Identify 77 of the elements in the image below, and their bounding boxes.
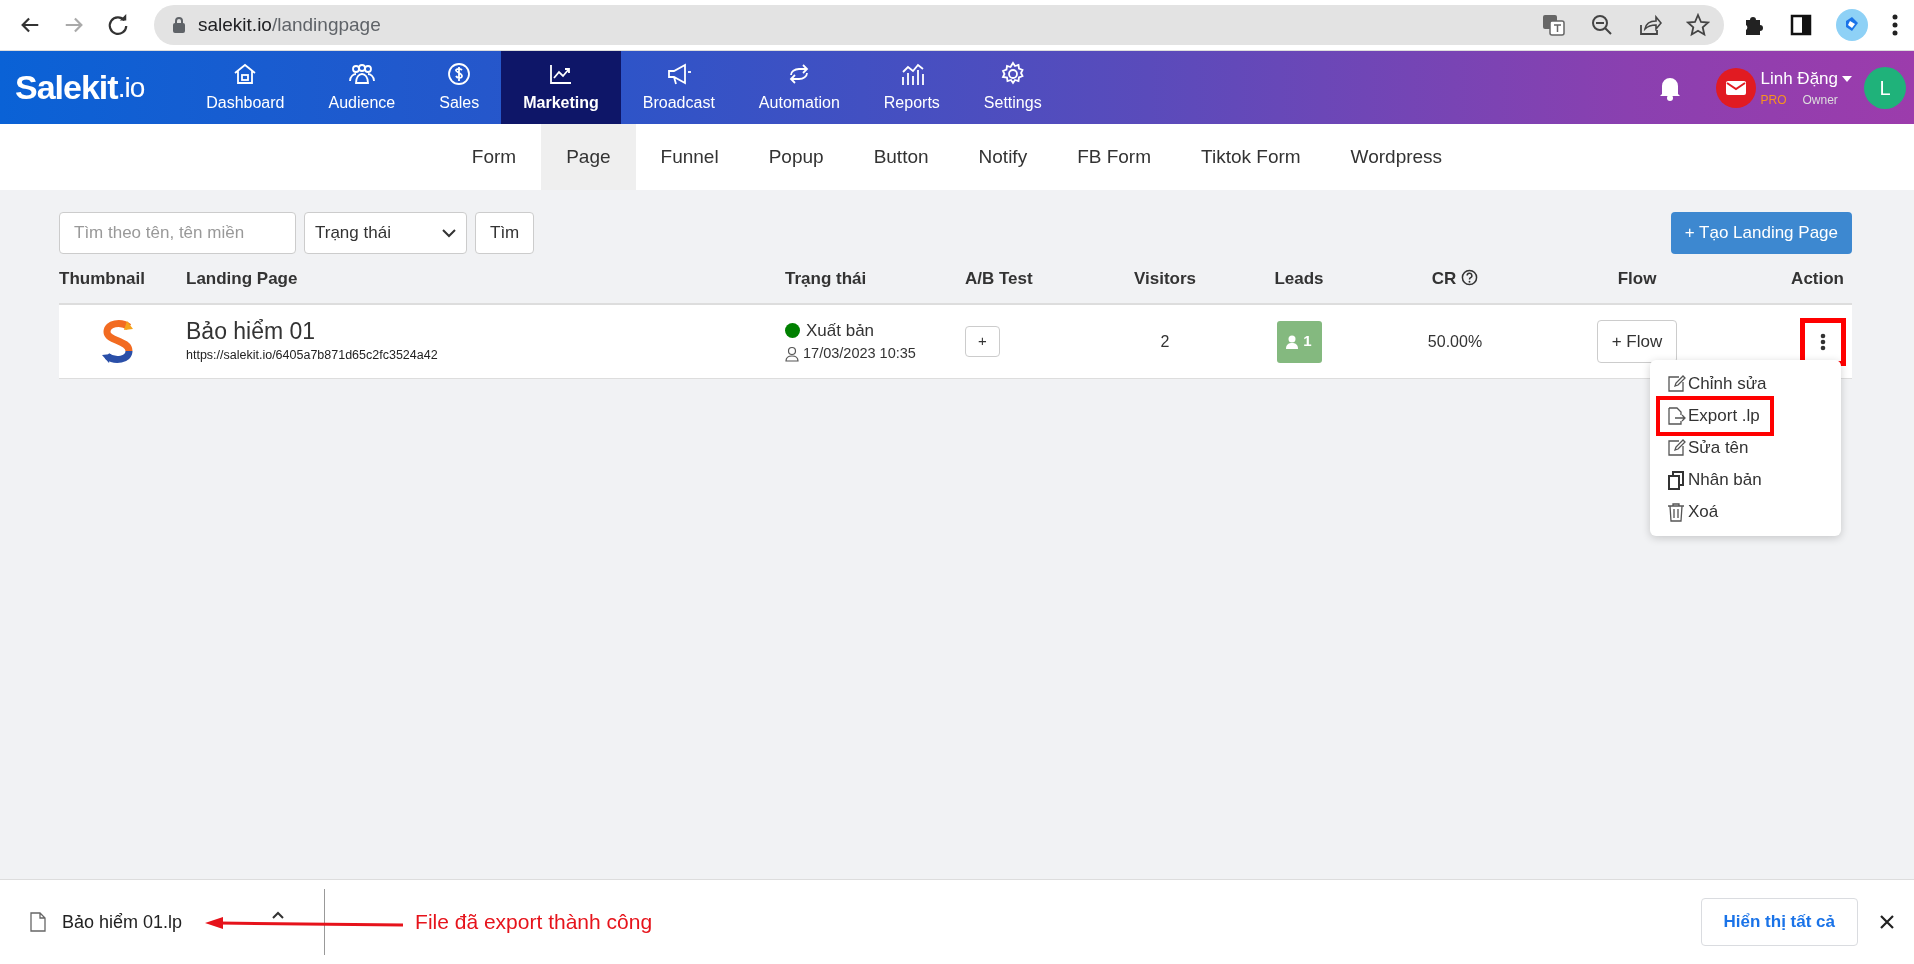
column-header: CR [1431, 268, 1457, 288]
nav-tab[interactable]: Broadcast [620, 51, 737, 124]
menu-item[interactable]: Export .lp [1660, 400, 1770, 432]
sub-tab[interactable]: FB Form [1052, 124, 1177, 190]
help-icon[interactable] [1461, 268, 1479, 286]
copy-icon [1666, 470, 1686, 490]
add-flow-button[interactable]: + Flow [1596, 319, 1678, 364]
url-text: salekit.io/landingpage [198, 12, 381, 37]
status-select[interactable]: Trạng thái [304, 212, 467, 254]
add-ab-test-button[interactable]: + [965, 326, 1000, 357]
nav-tab[interactable]: Reports [861, 51, 962, 124]
role-label: Owner [1802, 92, 1838, 110]
search-button[interactable]: Tìm [475, 212, 535, 254]
column-header: Thumbnail [59, 268, 145, 288]
sub-tab[interactable]: Form [446, 124, 542, 190]
salekit-logo[interactable]: Salekit.io [0, 51, 185, 124]
star-icon[interactable] [1686, 13, 1710, 37]
annotation-text: File đã export thành công [415, 909, 653, 936]
nav-tab[interactable]: Audience [306, 51, 418, 124]
create-landing-page-button[interactable]: + Tạo Landing Page [1670, 212, 1852, 254]
side-panel-icon[interactable] [1790, 14, 1812, 36]
menu-icon[interactable] [1892, 14, 1898, 36]
menu-item[interactable]: Sửa tên [1660, 432, 1755, 464]
more-icon [1820, 332, 1826, 351]
profile-icon[interactable] [1836, 9, 1868, 41]
status-text: Xuất bản [806, 319, 875, 342]
nav-tab[interactable]: Dashboard [184, 51, 307, 124]
edit-icon [1666, 374, 1686, 394]
close-icon[interactable] [1880, 915, 1894, 929]
show-all-button[interactable]: Hiển thị tất cả [1700, 898, 1858, 946]
translate-icon[interactable] [1542, 13, 1566, 37]
search-field[interactable]: Tìm theo tên, tên miền [59, 212, 296, 254]
menu-item[interactable]: Nhân bản [1660, 464, 1768, 496]
file-export-icon [1666, 406, 1686, 426]
edit-icon [1666, 438, 1686, 458]
nav-tab[interactable]: Automation [736, 51, 862, 124]
logo-thumbnail [100, 318, 135, 365]
trash-icon [1666, 502, 1686, 522]
page-name[interactable]: Bảo hiểm 01 [186, 318, 775, 346]
sub-tab[interactable]: Wordpress [1325, 124, 1468, 190]
menu-item[interactable]: Chỉnh sửa [1660, 368, 1773, 400]
date-text: 17/03/2023 10:35 [803, 344, 916, 364]
visitors-count: 2 [1160, 332, 1170, 350]
sub-tab[interactable]: Notify [953, 124, 1053, 190]
nav-tab[interactable]: Settings [961, 51, 1064, 124]
column-header: Leads [1274, 268, 1324, 288]
zoom-out-icon[interactable] [1590, 13, 1614, 37]
sub-tab[interactable]: Tiktok Form [1176, 124, 1326, 190]
page-url[interactable]: https://salekit.io/6405a7b871d65c2fc3524a42 [186, 345, 775, 365]
chevron-down-icon [442, 228, 456, 238]
lock-icon [172, 16, 186, 34]
nav-tab[interactable]: Sales [417, 51, 502, 124]
mail-icon[interactable] [1716, 67, 1757, 108]
share-icon[interactable] [1638, 13, 1662, 37]
user-name[interactable]: Linh Đặng [1760, 65, 1838, 92]
column-header: Flow [1617, 268, 1657, 288]
user-icon [785, 346, 799, 363]
address-bar[interactable]: salekit.io/landingpage [154, 5, 1724, 45]
column-header: Visitors [1133, 268, 1197, 288]
action-menu-button[interactable] [1800, 317, 1846, 366]
sub-tab[interactable]: Button [848, 124, 954, 190]
sub-tab[interactable]: Funnel [635, 124, 744, 190]
menu-item[interactable]: Xoá [1660, 496, 1725, 528]
caret-up-icon[interactable] [272, 911, 285, 919]
caret-icon[interactable] [1842, 75, 1852, 82]
column-header: A/B Test [965, 268, 1033, 288]
nav-tab[interactable]: Marketing [501, 51, 621, 124]
column-header: Action [1791, 268, 1844, 288]
download-file-name[interactable]: Bảo hiểm 01.lp [62, 908, 183, 936]
column-header: Landing Page [186, 268, 298, 288]
column-header: Trạng thái [785, 268, 867, 288]
conversion-rate: 50.00% [1427, 332, 1483, 350]
sub-tab[interactable]: Page [541, 124, 636, 190]
file-icon [30, 912, 46, 932]
sub-tab[interactable]: Popup [743, 124, 849, 190]
person-icon [1286, 334, 1299, 349]
plan-label: PRO [1760, 92, 1787, 110]
